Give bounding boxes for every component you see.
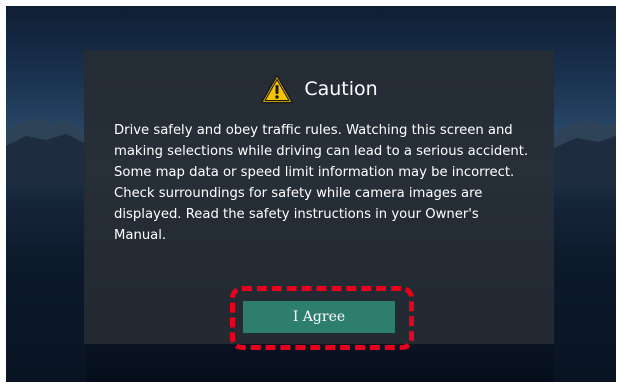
warning-triangle-icon xyxy=(261,74,294,104)
dialog-title: Caution xyxy=(304,78,378,100)
i-agree-button[interactable]: I Agree xyxy=(243,301,395,333)
dialog-header: Caution xyxy=(84,74,554,104)
screen-frame: Caution Drive safely and obey traffic ru… xyxy=(6,6,616,382)
caution-message: Drive safely and obey traffic rules. Wat… xyxy=(114,123,529,243)
caution-dialog: Caution Drive safely and obey traffic ru… xyxy=(84,50,554,344)
